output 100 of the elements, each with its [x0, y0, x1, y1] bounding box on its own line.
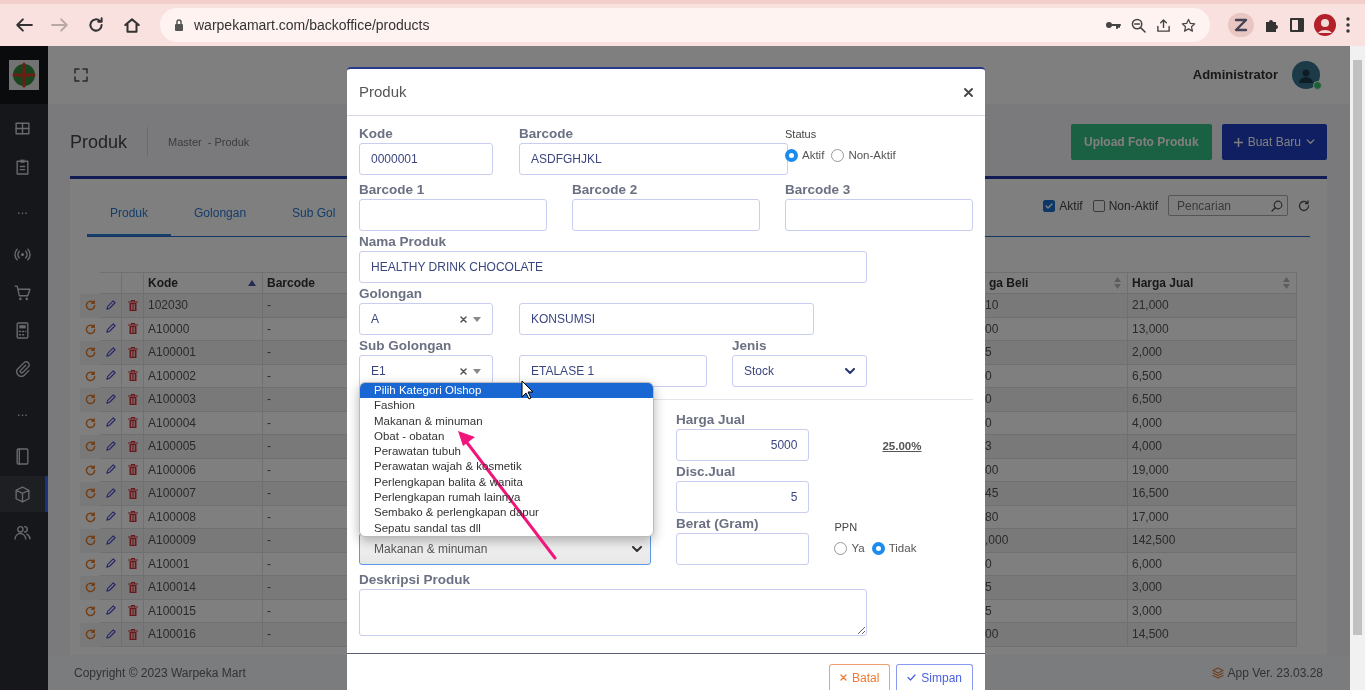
table-cell-text: 45 [985, 485, 1000, 503]
table-cell-text: 3 [985, 438, 993, 456]
code-field[interactable]: 0000001 [359, 143, 493, 175]
barcode-field[interactable]: ASDFGHJKL [519, 143, 788, 175]
table-cell-text: 6,000 [1131, 555, 1164, 573]
table-cell-text: 3,000 [1131, 602, 1164, 620]
table-cell-text: 14,500 [1131, 626, 1170, 644]
table-cell-text: - [266, 555, 272, 573]
copyright-text: Copyright © 2023 Warpeka Mart [74, 664, 246, 682]
checkbox-label[interactable]: Aktif [1059, 196, 1083, 215]
margin-link[interactable]: 25.00% [882, 438, 973, 456]
table-cell-text: - [266, 485, 272, 503]
field-label: PPN [834, 519, 859, 535]
table-cell-text: 2,000 [1131, 344, 1164, 362]
table-cell-text: 142,500 [1131, 532, 1177, 550]
dropdown-option[interactable]: Obat - obatan [360, 428, 653, 445]
table-cell-text: - [266, 461, 272, 479]
table-cell-text: 0 [985, 367, 993, 385]
checkbox-label[interactable]: Non-Aktif [1108, 196, 1158, 215]
discount-field[interactable]: 5 [675, 481, 810, 513]
table-cell-text: - [266, 602, 272, 620]
table-cell-text: 4,000 [1131, 438, 1164, 456]
table-cell-text: A100006 [147, 461, 198, 479]
search-field[interactable]: Pencarian [1168, 195, 1288, 216]
table-cell-text: - [266, 344, 272, 362]
table-cell-text: - [266, 508, 272, 526]
header-cell[interactable]: ga Beli [985, 272, 1128, 294]
table-cell-text: - [266, 626, 272, 644]
table-cell-text: 4,000 [1131, 414, 1164, 432]
column-header[interactable]: Kode [148, 274, 178, 292]
table-cell-text: A100002 [147, 367, 198, 385]
table-cell-text: 6,500 [1131, 391, 1164, 409]
table-cell-text: 00 [985, 461, 1000, 479]
table-cell-text: A100014 [147, 579, 198, 597]
field-label: Barcode 2 [572, 181, 639, 199]
dropdown-option[interactable]: Pilih Kategori Olshop [360, 383, 653, 399]
table-cell-text: - [266, 297, 272, 315]
table-cell-text: 17,000 [1131, 508, 1170, 526]
sidebar-section-dots: ... [16, 201, 29, 220]
dropdown-option[interactable]: Fashion [360, 398, 653, 414]
table-cell-text: 5 [985, 602, 993, 620]
table-cell-text: A10001 [147, 555, 191, 573]
field-label: Status [785, 127, 818, 142]
table-cell-text: - [266, 579, 272, 597]
field-label: Sub Golongan [359, 337, 453, 355]
table-cell-text: 5 [985, 344, 993, 362]
field-label: Kode [359, 125, 394, 143]
table-cell-text: - [266, 320, 272, 338]
field-label: Disc.Jual [675, 463, 737, 481]
selling-price-field[interactable]: 5000 [675, 429, 810, 461]
group-name-field[interactable]: KONSUMSI [519, 303, 814, 335]
app-version: App Ver. 23.03.28 [1227, 664, 1323, 682]
field-label: Berat (Gram) [675, 515, 760, 533]
table-cell-text: A100008 [147, 508, 198, 526]
dropdown-option[interactable]: Makanan & minuman [360, 413, 653, 429]
table-cell-text: A100001 [147, 344, 198, 362]
column-header[interactable]: ga Beli [989, 274, 1029, 292]
save-button[interactable]: Simpan [896, 664, 973, 690]
table-cell-text: - [266, 391, 272, 409]
field-label: Jenis [732, 337, 768, 355]
table-cell-text: A100004 [147, 414, 198, 432]
table-cell-text: A100009 [147, 532, 198, 550]
dropdown-option[interactable]: Perawatan tubuh [360, 444, 653, 460]
field-label: Barcode 3 [785, 181, 852, 199]
radio-label[interactable]: Ya [851, 539, 865, 557]
field-label: Nama Produk [359, 233, 448, 251]
table-cell-text: 0 [985, 414, 993, 432]
user-name[interactable]: Administrator [1192, 65, 1278, 85]
page-title: Produk [70, 127, 149, 157]
table-cell-text: A100007 [147, 485, 198, 503]
table-cell-text: 00 [985, 320, 1000, 338]
table-cell-text: - [266, 414, 272, 432]
dialog-title: Produk [359, 81, 407, 102]
table-cell-text: 5 [985, 579, 993, 597]
header-cell[interactable]: Harga Jual [1128, 272, 1297, 294]
create-new-button[interactable]: Buat Baru [1221, 124, 1327, 160]
table-cell-text: 0 [985, 391, 993, 409]
table-cell-text: A100015 [147, 602, 198, 620]
table-cell-text: 3,000 [1131, 579, 1164, 597]
column-header[interactable]: Barcode [267, 274, 316, 292]
product-name-field[interactable]: HEALTHY DRINK CHOCOLATE [359, 251, 867, 283]
table-cell-text: 21,000 [1131, 297, 1170, 315]
radio-label[interactable]: Aktif [802, 147, 825, 165]
radio-label[interactable]: Non-Aktif [848, 147, 896, 165]
field-label: Golongan [359, 285, 423, 303]
table-cell-text: 13,000 [1131, 320, 1170, 338]
table-cell-text: A10000 [147, 320, 191, 338]
sidebar-section-dots: ... [16, 403, 29, 422]
table-cell-text: 10 [985, 297, 1000, 315]
address-bar[interactable]: warpekamart.com/backoffice/products [160, 8, 1210, 42]
table-cell-text: 80 [985, 508, 1000, 526]
column-header[interactable]: Harga Jual [1132, 274, 1194, 292]
dropdown-option[interactable]: Sepatu sandal tas dll [360, 520, 653, 536]
header-cell[interactable]: Kode [144, 272, 263, 294]
group-select[interactable]: A [359, 303, 493, 335]
table-cell-text: 16,500 [1131, 485, 1170, 503]
type-select[interactable]: Stock [732, 355, 867, 387]
table-cell-text: - [266, 532, 272, 550]
field-label: Harga Jual [675, 411, 746, 429]
radio-label[interactable]: Tidak [888, 539, 917, 557]
